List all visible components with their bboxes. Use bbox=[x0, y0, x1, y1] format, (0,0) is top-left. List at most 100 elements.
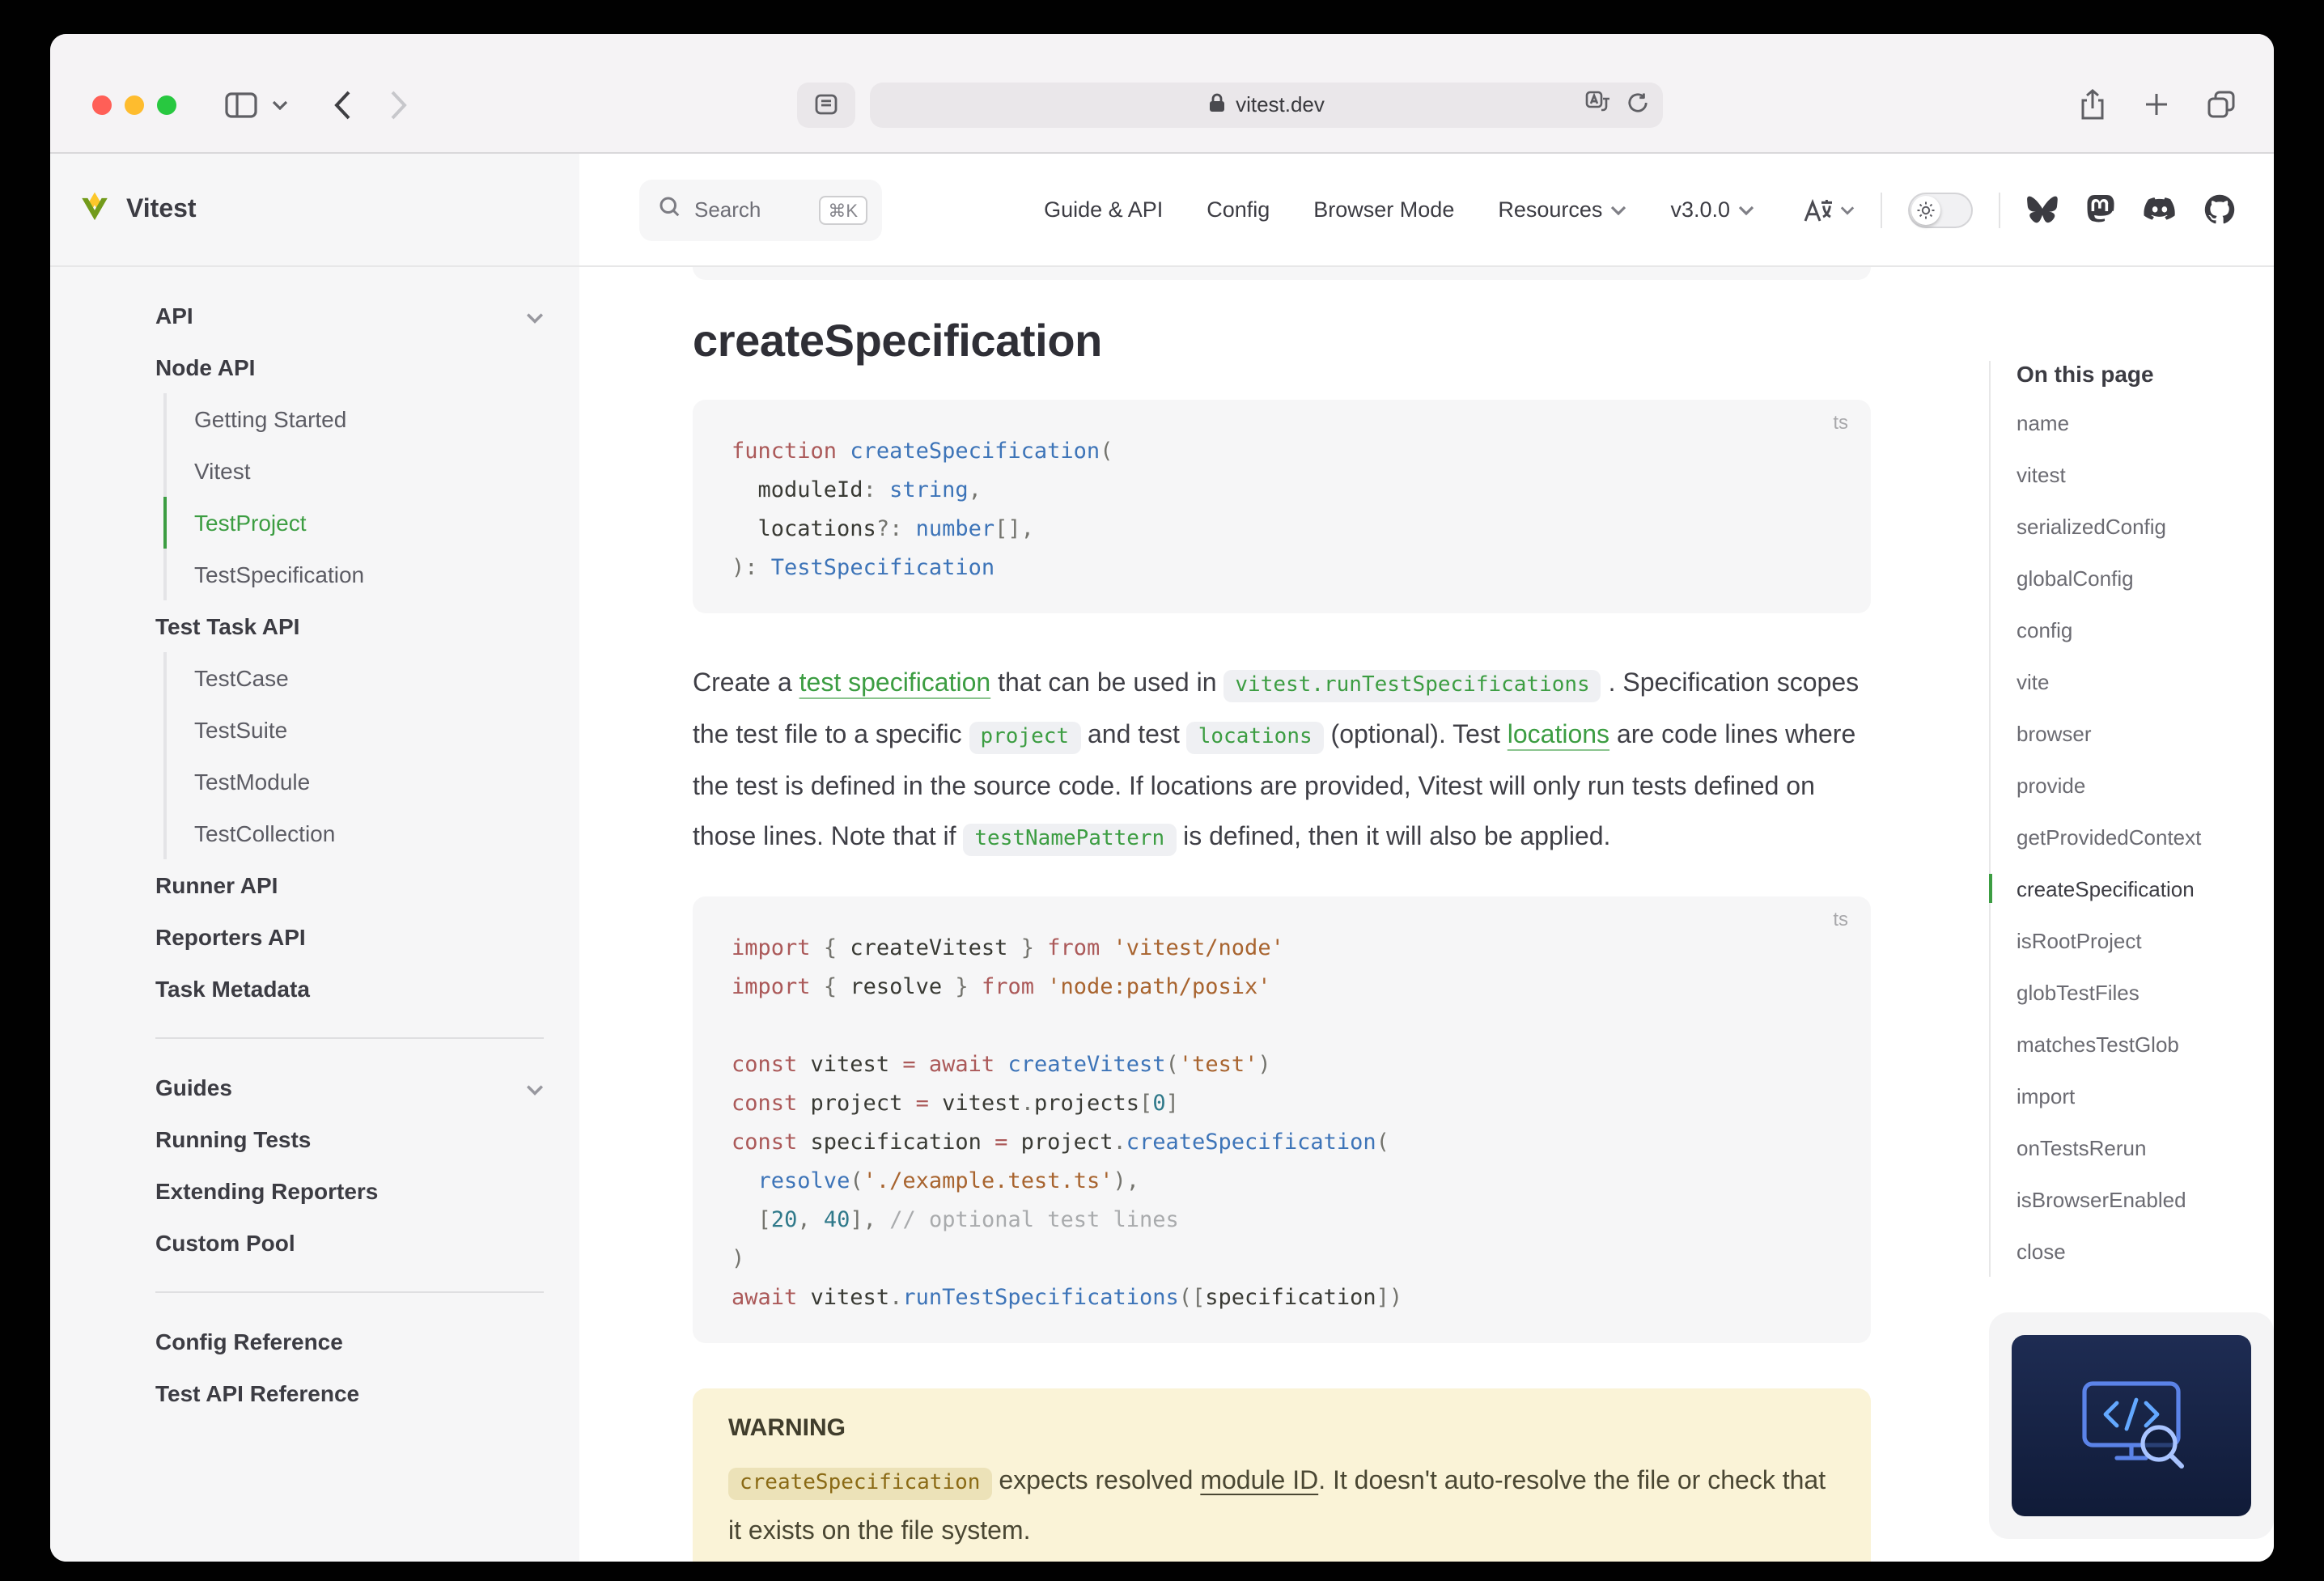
code-link-project[interactable]: project bbox=[969, 722, 1081, 754]
nav-divider-2 bbox=[1999, 192, 2000, 227]
sidebar-item-config-reference[interactable]: Config Reference bbox=[155, 1316, 544, 1367]
page-icon[interactable] bbox=[797, 82, 855, 127]
sidebar-item-test-api-reference[interactable]: Test API Reference bbox=[155, 1367, 544, 1419]
code-line: const vitest = await createVitest('test'… bbox=[732, 1045, 1832, 1084]
sidebar-item-node-api[interactable]: Node API bbox=[155, 341, 544, 393]
nav-links: Guide & API Config Browser Mode Resource… bbox=[1044, 197, 1754, 222]
sidebar-toggle-icon[interactable] bbox=[225, 91, 257, 117]
brand-name: Vitest bbox=[126, 195, 197, 224]
outline-item-matchestestglob[interactable]: matchesTestGlob bbox=[2017, 1018, 2274, 1070]
outline-item-provide[interactable]: provide bbox=[2017, 759, 2274, 811]
code-line: [20, 40], // optional test lines bbox=[732, 1201, 1832, 1240]
outline-item-vitest[interactable]: vitest bbox=[2017, 448, 2274, 500]
sidebar-item-testproject[interactable]: TestProject bbox=[163, 497, 544, 549]
sidebar-item-vitest[interactable]: Vitest bbox=[163, 445, 544, 497]
minimize-button[interactable] bbox=[125, 95, 144, 114]
outline-item-serializedconfig[interactable]: serializedConfig bbox=[2017, 500, 2274, 552]
code-line: function createSpecification( bbox=[732, 432, 1832, 471]
outline-item-close[interactable]: close bbox=[2017, 1225, 2274, 1277]
sidebar-item-task-metadata[interactable]: Task Metadata bbox=[155, 963, 544, 1015]
zoom-button[interactable] bbox=[157, 95, 176, 114]
sidebar-item-testsuite[interactable]: TestSuite bbox=[163, 704, 544, 756]
mastodon-icon[interactable] bbox=[2086, 194, 2115, 225]
outline-item-getprovidedcontext[interactable]: getProvidedContext bbox=[2017, 811, 2274, 863]
page-title: createSpecification bbox=[693, 316, 1871, 367]
outline-item-isrootproject[interactable]: isRootProject bbox=[2017, 914, 2274, 966]
outline-item-isbrowserenabled[interactable]: isBrowserEnabled bbox=[2017, 1173, 2274, 1225]
sidebar-item-testcase[interactable]: TestCase bbox=[163, 652, 544, 704]
outline-item-name[interactable]: name bbox=[2017, 396, 2274, 448]
code-line: const specification = project.createSpec… bbox=[732, 1123, 1832, 1162]
sidebar-item-runner-api[interactable]: Runner API bbox=[155, 859, 544, 911]
code-line: ) bbox=[732, 1240, 1832, 1278]
search-input[interactable]: Search ⌘K bbox=[639, 179, 882, 240]
sidebar-item-running-tests[interactable]: Running Tests bbox=[155, 1113, 544, 1165]
bluesky-icon[interactable] bbox=[2026, 195, 2059, 224]
code-line: moduleId: string, bbox=[732, 471, 1832, 510]
previous-code-block-edge bbox=[693, 267, 1871, 280]
back-icon[interactable] bbox=[333, 90, 351, 119]
window-controls bbox=[92, 95, 176, 114]
translate-icon[interactable] bbox=[1803, 196, 1855, 223]
site-navbar: Search ⌘K Guide & API Config Browser Mod… bbox=[579, 154, 2274, 265]
code-link-vitest-runtestspecifications[interactable]: vitest.runTestSpecifications bbox=[1223, 670, 1601, 702]
warning-title: WARNING bbox=[728, 1414, 1835, 1442]
sidebar-item-testmodule[interactable]: TestModule bbox=[163, 756, 544, 807]
nav-version[interactable]: v3.0.0 bbox=[1670, 197, 1754, 222]
address-bar[interactable]: vitest.dev bbox=[870, 82, 1663, 127]
outline-item-browser[interactable]: browser bbox=[2017, 707, 2274, 759]
sidebar-item-extending-reporters[interactable]: Extending Reporters bbox=[155, 1165, 544, 1217]
github-icon[interactable] bbox=[2204, 194, 2235, 225]
outline-item-import[interactable]: import bbox=[2017, 1070, 2274, 1121]
sidebar-item-reporters-api[interactable]: Reporters API bbox=[155, 911, 544, 963]
share-icon[interactable] bbox=[2080, 89, 2106, 120]
sidebar-item-test-task-api[interactable]: Test Task API bbox=[155, 600, 544, 652]
translate-page-icon[interactable] bbox=[1585, 91, 1611, 118]
code-line: ): TestSpecification bbox=[732, 549, 1832, 587]
lock-icon bbox=[1208, 91, 1226, 117]
new-tab-icon[interactable] bbox=[2144, 92, 2169, 117]
code-link-testnamepattern[interactable]: testNamePattern bbox=[963, 824, 1176, 856]
sidebar-section-api[interactable]: API bbox=[155, 290, 544, 341]
code-block-example[interactable]: ts import { createVitest } from 'vitest/… bbox=[693, 896, 1871, 1343]
sidebar-item-custom-pool[interactable]: Custom Pool bbox=[155, 1217, 544, 1269]
link-locations[interactable]: locations bbox=[1508, 722, 1609, 749]
sponsor-card[interactable] bbox=[1989, 1312, 2274, 1539]
code-line bbox=[732, 1007, 1832, 1045]
outline-item-ontestsrerun[interactable]: onTestsRerun bbox=[2017, 1121, 2274, 1173]
nav-resources[interactable]: Resources bbox=[1498, 197, 1626, 222]
link-module-id[interactable]: module ID bbox=[1200, 1468, 1318, 1495]
outline-item-vite[interactable]: vite bbox=[2017, 655, 2274, 707]
sidebar-item-testcollection[interactable]: TestCollection bbox=[163, 807, 544, 859]
sidebar-divider bbox=[155, 1291, 544, 1293]
search-label: Search bbox=[694, 197, 761, 222]
sidebar-section-guides[interactable]: Guides bbox=[155, 1062, 544, 1113]
outline-item-config[interactable]: config bbox=[2017, 604, 2274, 655]
sidebar-item-getting-started[interactable]: Getting Started bbox=[163, 393, 544, 445]
nav-guide-and-api[interactable]: Guide & API bbox=[1044, 197, 1163, 222]
theme-toggle[interactable] bbox=[1908, 192, 1973, 227]
nav-config[interactable]: Config bbox=[1207, 197, 1270, 222]
code-line: import { resolve } from 'node:path/posix… bbox=[732, 968, 1832, 1007]
close-button[interactable] bbox=[92, 95, 112, 114]
outline-item-globtestfiles[interactable]: globTestFiles bbox=[2017, 966, 2274, 1018]
code-link-locations[interactable]: locations bbox=[1187, 722, 1324, 754]
chevron-down-icon bbox=[526, 303, 544, 328]
reload-icon[interactable] bbox=[1627, 91, 1648, 117]
outline-item-createspecification[interactable]: createSpecification bbox=[2017, 863, 2274, 914]
discord-icon[interactable] bbox=[2143, 197, 2177, 223]
toolbar-chevron-down-icon[interactable] bbox=[272, 100, 288, 109]
safari-window: vitest.dev bbox=[50, 34, 2274, 1562]
link-test-specification[interactable]: test specification bbox=[799, 670, 991, 697]
nav-browser-mode[interactable]: Browser Mode bbox=[1313, 197, 1454, 222]
tabs-icon[interactable] bbox=[2207, 91, 2235, 118]
sidebar-item-testspecification[interactable]: TestSpecification bbox=[163, 549, 544, 600]
code-line: await vitest.runTestSpecifications([spec… bbox=[732, 1278, 1832, 1317]
code-block-signature[interactable]: ts function createSpecification( moduleI… bbox=[693, 400, 1871, 613]
outline-list: namevitestserializedConfigglobalConfigco… bbox=[2017, 396, 2274, 1277]
brand[interactable]: Vitest bbox=[50, 154, 579, 265]
warning-text: createSpecification expects resolved mod… bbox=[728, 1458, 1835, 1557]
nav-divider bbox=[1881, 192, 1882, 227]
outline-item-globalconfig[interactable]: globalConfig bbox=[2017, 552, 2274, 604]
safari-toolbar: vitest.dev bbox=[50, 34, 2274, 154]
